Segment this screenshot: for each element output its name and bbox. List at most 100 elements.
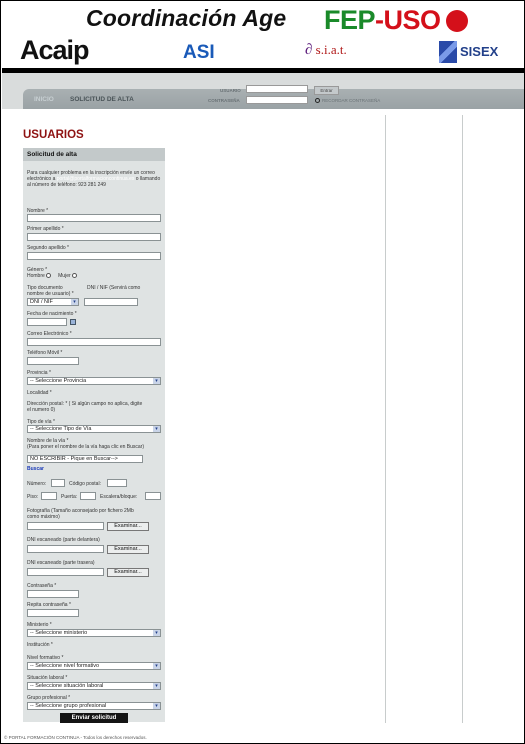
fecha-label: Fecha de nacimiento * (27, 311, 77, 317)
fep-uso-logo-text: FEP-USO (324, 5, 441, 35)
dni-delante-examinar-button[interactable]: Examinar... (107, 545, 149, 554)
footer-copyright: © PORTAL FORMACIÓN CONTINUA - Todos los … (4, 735, 147, 740)
fep-uso-logo: FEP-USO (324, 5, 441, 36)
login-user-input[interactable] (246, 85, 308, 93)
chevron-down-icon: ▾ (153, 426, 160, 432)
piso-input[interactable] (41, 492, 57, 500)
telefono-label: Teléfono Móvil * (27, 350, 63, 356)
nombre-via-hint: (Para poner el nombre de la vía haga cli… (27, 444, 145, 450)
numero-label: Número: (27, 481, 47, 487)
login-password-label: CONTRASEÑA (208, 98, 240, 103)
registration-form: Solicitud de alta Para cualquier problem… (23, 148, 165, 723)
tipo-doc-select[interactable]: DNI / NIF ▾ (27, 298, 79, 306)
login-password-input[interactable] (246, 96, 308, 104)
grupo-label: Grupo profesional * (27, 695, 71, 701)
apellido2-input[interactable] (27, 252, 161, 260)
dni-trasera-label: DNI escaneado (parte trasera) (27, 560, 95, 566)
sisex-emblem-icon (439, 41, 457, 63)
grupo-select-value: -- Seleccione grupo profesional (30, 703, 107, 709)
contrasena-input[interactable] (27, 590, 79, 598)
puerta-input[interactable] (80, 492, 96, 500)
situacion-label: Situación laboral * (27, 675, 68, 681)
nav-item-inicio[interactable]: INICIO (34, 96, 54, 103)
header-banner: Coordinación Age FEP-USO Acaip ASI ∂ s.i… (2, 2, 524, 70)
numero-input[interactable] (51, 479, 65, 487)
contrasena-label: Contraseña * (27, 583, 57, 589)
remember-password-toggle[interactable]: RECORDAR CONTRASEÑA (315, 98, 381, 104)
mujer-label: Mujer (58, 273, 71, 279)
fotografia-examinar-button[interactable]: Examinar... (107, 522, 149, 531)
tipo-via-select[interactable]: -- Seleccione Tipo de Vía ▾ (27, 425, 161, 433)
remember-radio-icon[interactable] (315, 98, 320, 104)
escalera-input[interactable] (145, 492, 161, 500)
apellido2-label: Segundo apellido * (27, 245, 69, 251)
nivel-select[interactable]: -- Seleccione nivel formativo ▾ (27, 662, 161, 670)
buscar-link[interactable]: Buscar (27, 466, 44, 472)
hombre-radio[interactable] (46, 273, 52, 279)
repita-contrasena-label: Repita contraseña * (27, 602, 71, 608)
provincia-select[interactable]: -- Seleccione Provincia ▾ (27, 377, 161, 385)
dni-input[interactable] (84, 298, 138, 306)
submit-button[interactable]: Enviar solicitud (60, 713, 128, 723)
repita-contrasena-input[interactable] (27, 609, 79, 617)
sisex-logo: SISEX (460, 44, 499, 59)
form-intro: Para cualquier problema en la inscripció… (27, 170, 161, 189)
genero-options: Hombre Mujer (27, 273, 78, 279)
tipo-doc-select-value: DNI / NIF (30, 299, 53, 305)
chevron-down-icon: ▾ (153, 683, 160, 689)
chevron-down-icon: ▾ (71, 299, 78, 305)
siat-logo-text: s.i.a.t. (315, 42, 347, 57)
chevron-down-icon: ▾ (153, 663, 160, 669)
provincia-label: Provincia * (27, 370, 51, 376)
telefono-input[interactable] (27, 357, 79, 365)
apellido1-label: Primer apellido * (27, 226, 64, 232)
dni-trasera-examinar-button[interactable]: Examinar... (107, 568, 149, 577)
piso-label: Piso: (27, 494, 39, 500)
chevron-down-icon: ▾ (153, 703, 160, 709)
provincia-select-value: -- Seleccione Provincia (30, 378, 87, 384)
chevron-down-icon: ▾ (153, 630, 160, 636)
mujer-radio[interactable] (72, 273, 78, 279)
apellido1-input[interactable] (27, 233, 161, 241)
login-enter-button[interactable]: Entrar (314, 86, 339, 95)
grupo-select[interactable]: -- Seleccione grupo profesional ▾ (27, 702, 161, 710)
login-user-label: USUARIO (220, 88, 241, 93)
siat-logo: ∂ s.i.a.t. (305, 42, 347, 59)
asi-logo: ASI (183, 42, 215, 63)
nivel-select-value: -- Seleccione nivel formativo (30, 663, 100, 669)
page-title: USUARIOS (23, 129, 84, 141)
nombre-via-input[interactable]: NO ESCRIBIR - Pique en Buscar--> (27, 455, 143, 463)
banner-title: Coordinación Age (86, 5, 287, 31)
nav-item-solicitud-alta[interactable]: SOLICITUD DE ALTA (70, 96, 134, 103)
tipo-via-select-value: -- Seleccione Tipo de Vía (30, 426, 92, 432)
hombre-label: Hombre (27, 273, 45, 279)
correo-input[interactable] (27, 338, 161, 346)
tipo-doc-extra-label: DNI / NIF (Servirá como (87, 285, 141, 291)
situacion-select[interactable]: -- Seleccione situación laboral ▾ (27, 682, 161, 690)
ministerio-select-value: -- Seleccione ministerio (30, 630, 88, 636)
support-email-link[interactable]: portal@portalformacioncontinua.es (57, 176, 135, 182)
fotografia-file-input[interactable] (27, 522, 104, 530)
dni-delante-file-input[interactable] (27, 545, 104, 553)
ministerio-label: Ministerio * (27, 622, 52, 628)
nombre-input[interactable] (27, 214, 161, 222)
codigo-postal-label: Código postal: (69, 481, 101, 487)
ministerio-select[interactable]: -- Seleccione ministerio ▾ (27, 629, 161, 637)
remember-password-label: RECORDAR CONTRASEÑA (322, 98, 381, 103)
page-frame: Coordinación Age FEP-USO Acaip ASI ∂ s.i… (0, 0, 525, 744)
localidad-label: Localidad * (27, 390, 52, 396)
correo-label: Correo Electrónico * (27, 331, 72, 337)
calendar-icon[interactable] (70, 319, 76, 325)
column-divider-right (462, 115, 463, 723)
fep-uso-emblem-icon (446, 10, 468, 32)
fecha-input[interactable] (27, 318, 67, 326)
dni-trasera-file-input[interactable] (27, 568, 104, 576)
siat-logo-mark-icon: ∂ (305, 42, 313, 58)
dni-delante-label: DNI escaneado (parte delantera) (27, 537, 100, 543)
puerta-label: Puerta: (61, 494, 78, 500)
institucion-label: Institución * (27, 642, 53, 648)
situacion-select-value: -- Seleccione situación laboral (30, 683, 104, 689)
nivel-label: Nivel formativo * (27, 655, 64, 661)
codigo-postal-input[interactable] (107, 479, 127, 487)
direccion-label-2: el numero 0) (27, 407, 56, 413)
